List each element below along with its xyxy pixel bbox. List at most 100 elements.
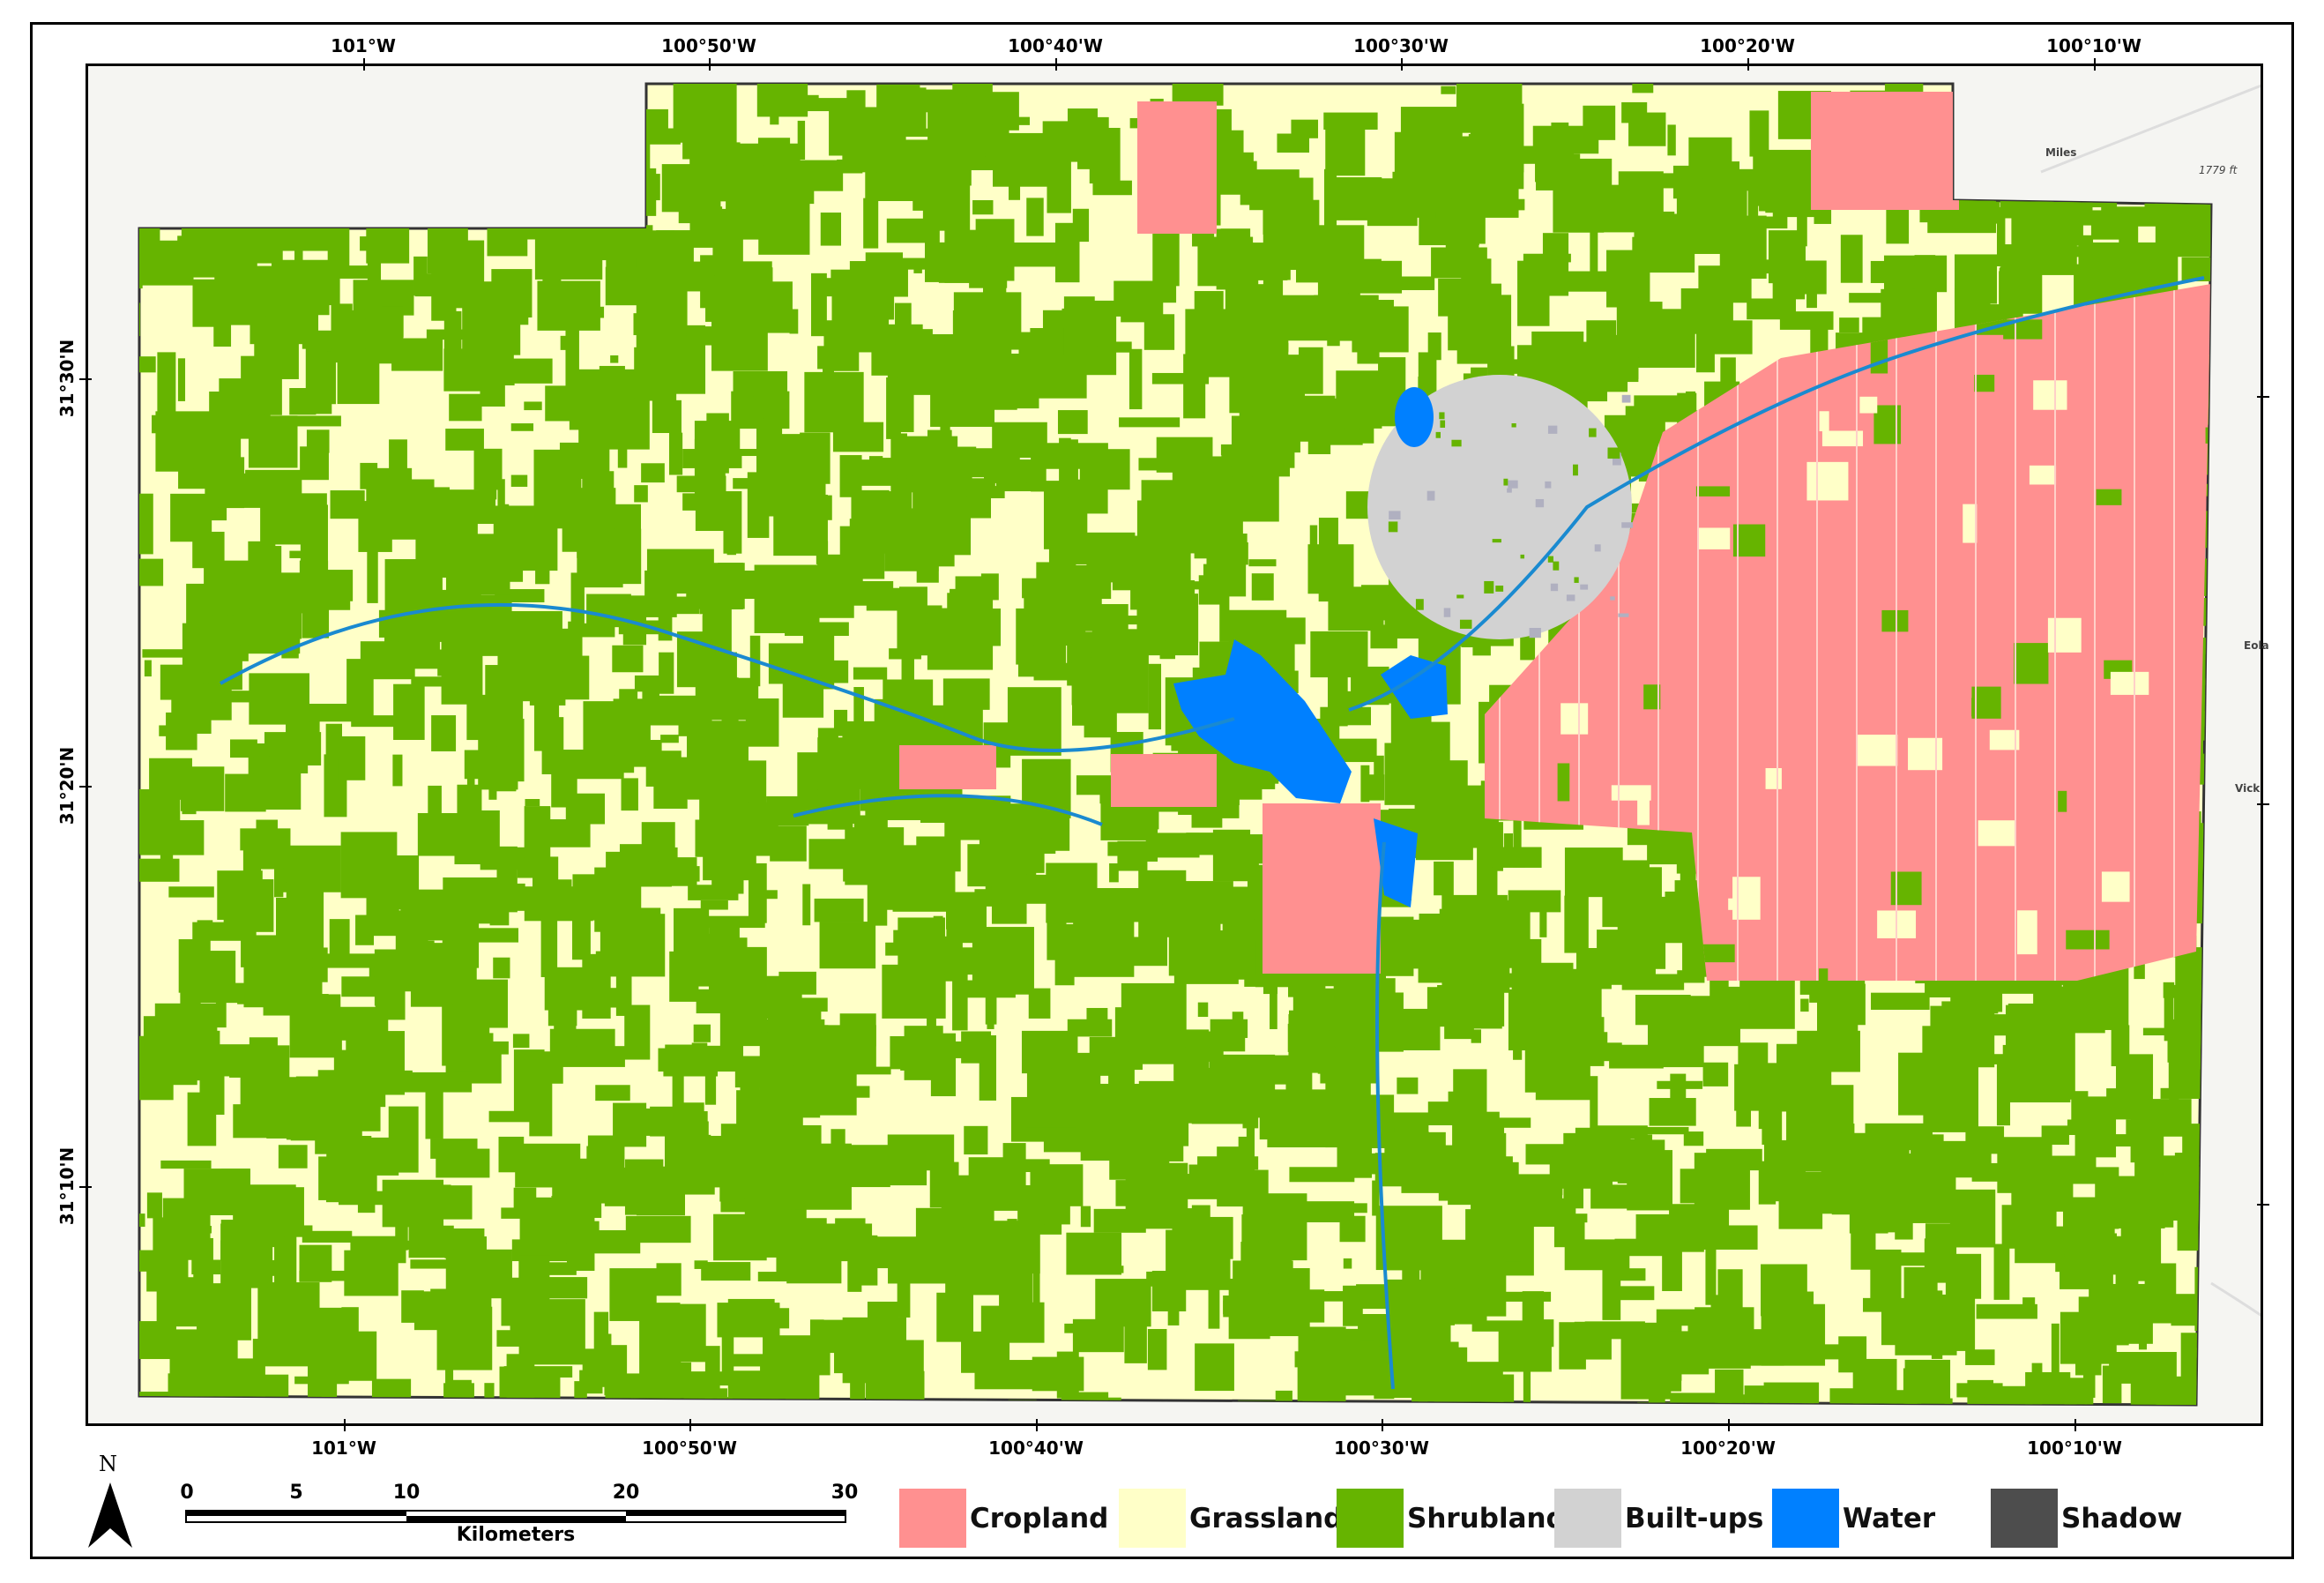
shrubland-patch (1115, 1180, 1173, 1206)
shrubland-patch (669, 432, 683, 475)
shrubland-patch (263, 994, 329, 1016)
shrubland-patch (197, 691, 262, 703)
shrubland-patch (1334, 1014, 1376, 1048)
shrubland-patch (2195, 854, 2211, 907)
shrubland-patch (693, 1024, 711, 1042)
shrubland-patch (1029, 1401, 1039, 1405)
mixed-patch (2029, 465, 2057, 485)
field-line (2094, 284, 2096, 981)
shrubland-patch (1581, 860, 1650, 883)
shrubland-patch (1942, 1225, 1992, 1235)
shrubland-patch (1091, 604, 1128, 667)
shrubland-patch (942, 1235, 965, 1276)
shrubland-patch (582, 471, 615, 534)
shrubland-patch (527, 143, 537, 163)
mixed-patch (2199, 948, 2211, 975)
shrubland-patch (265, 280, 281, 324)
shrubland-patch (230, 739, 257, 758)
shrubland-patch (168, 886, 214, 898)
shrubland-patch (793, 1065, 839, 1096)
basemap-place-label: Eola (2244, 639, 2269, 652)
shrubland-patch (566, 1217, 595, 1271)
shrubland-patch (1441, 86, 1456, 94)
shrubland-patch (512, 1034, 530, 1049)
shrubland-patch (1550, 1403, 1561, 1405)
shrubland-patch (431, 715, 457, 751)
shrubland-patch (913, 590, 926, 645)
shrubland-patch (2050, 84, 2069, 134)
shrubland-patch (222, 88, 272, 109)
shrubland-patch (192, 279, 218, 327)
shrubland-patch (682, 101, 714, 160)
shrubland-patch (2220, 858, 2247, 870)
mixed-patch (2014, 643, 2049, 684)
shrubland-patch (2177, 1210, 2211, 1251)
shrubland-patch (1628, 112, 1666, 146)
shrubland-patch (1319, 429, 1370, 437)
shrubland-patch (1280, 1401, 1299, 1405)
shrubland-patch (1028, 988, 1051, 1019)
shrubland-patch (621, 778, 638, 811)
shrubland-patch (1188, 347, 1233, 369)
shrubland-patch (807, 1390, 818, 1405)
north-label: N (99, 1452, 117, 1476)
urban-texture (1503, 478, 1508, 486)
shrubland-patch (1267, 1089, 1328, 1148)
shrubland-patch (193, 414, 204, 469)
shrubland-patch (382, 1179, 444, 1228)
shrubland-patch (332, 185, 377, 194)
shrubland-patch (1024, 1414, 1072, 1426)
shrubland-patch (546, 819, 591, 848)
shrubland-patch (139, 1213, 145, 1228)
north-arrow-icon (88, 1482, 132, 1548)
graticule-tick (79, 786, 92, 788)
shrubland-patch (1130, 1120, 1155, 1156)
urban-texture (1573, 464, 1578, 476)
mixed-patch (2096, 489, 2122, 505)
shrubland-patch (254, 145, 262, 192)
shrubland-patch (2018, 1032, 2075, 1100)
shrubland-patch (1119, 417, 1181, 428)
shrubland-patch (2022, 1297, 2036, 1310)
shrubland-patch (171, 176, 190, 219)
shrubland-patch (498, 206, 559, 219)
shrubland-patch (895, 302, 912, 345)
shrubland-patch (443, 310, 462, 359)
shrubland-patch (358, 501, 392, 552)
urban-texture (1456, 594, 1464, 599)
urban-texture (1621, 522, 1634, 528)
shrubland-patch (302, 579, 330, 638)
shrubland-patch (2153, 90, 2169, 124)
graticule-tick (2257, 396, 2269, 398)
land-cover-map[interactable] (86, 63, 2263, 1426)
shrubland-patch (881, 458, 930, 476)
shrubland-patch (227, 226, 283, 264)
shrubland-patch (579, 1370, 594, 1387)
basemap-place-label: Vick (2235, 782, 2261, 795)
shrubland-patch (612, 645, 644, 673)
shrubland-patch (2220, 1011, 2243, 1078)
shrubland-patch (613, 1413, 678, 1426)
shrubland-patch (699, 788, 749, 825)
urban-texture (1492, 539, 1501, 543)
shrubland-patch (1765, 171, 1815, 213)
graticule-tick (1747, 58, 1749, 71)
shrubland-patch (445, 429, 484, 451)
shrubland-patch (802, 884, 811, 926)
shrubland-patch (215, 997, 227, 1028)
shrubland-patch (2090, 210, 2122, 240)
shrubland-patch (178, 106, 189, 124)
shrubland-patch (755, 399, 764, 422)
shrubland-patch (1552, 1156, 1567, 1180)
shrubland-patch (717, 1157, 778, 1176)
shrubland-patch (721, 1336, 734, 1379)
shrubland-patch (503, 1366, 573, 1378)
shrubland-patch (589, 106, 642, 114)
mixed-patch (1637, 799, 1650, 825)
shrubland-patch (1508, 890, 1561, 913)
shrubland-patch (1634, 1134, 1653, 1150)
urban-texture (1566, 594, 1575, 601)
shrubland-patch (166, 712, 197, 750)
shrubland-patch (1532, 125, 1599, 154)
field-line (1777, 284, 1778, 981)
